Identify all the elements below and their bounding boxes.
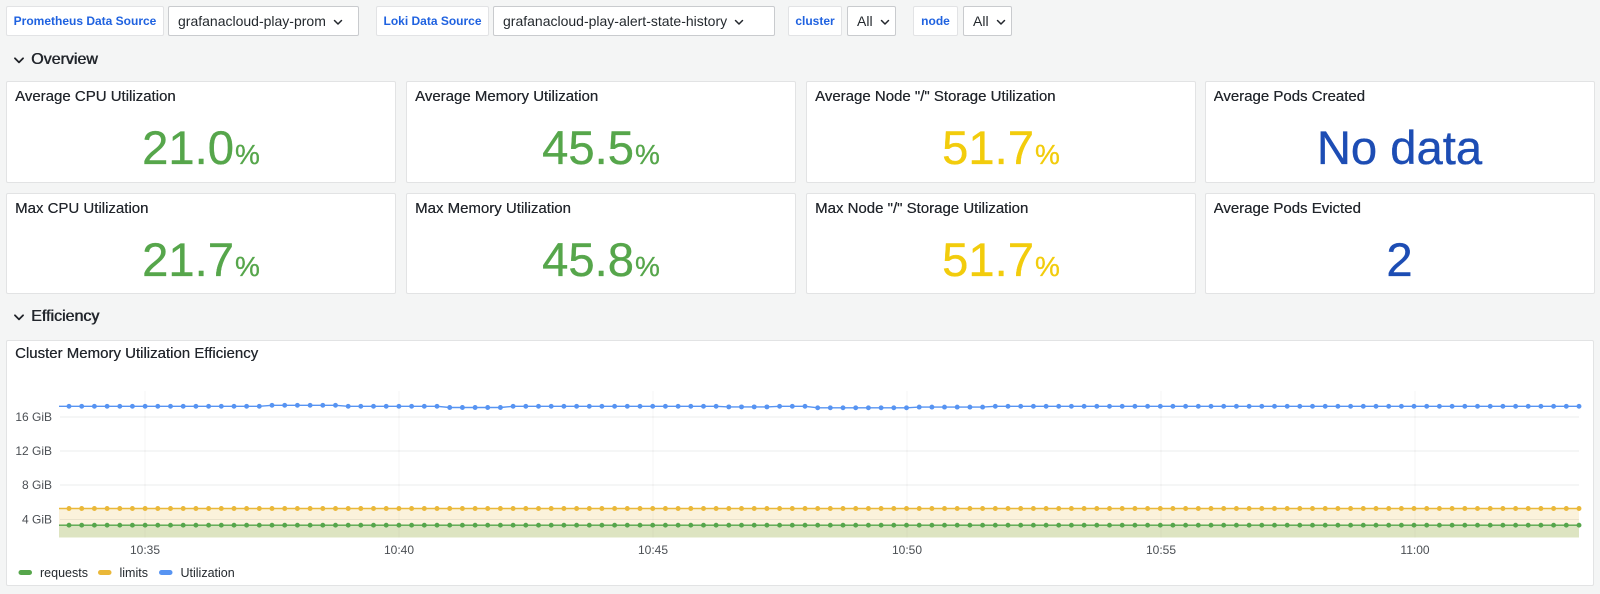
svg-text:8 GiB: 8 GiB: [22, 478, 52, 492]
svg-text:10:40: 10:40: [384, 543, 414, 557]
svg-text:4 GiB: 4 GiB: [22, 513, 52, 527]
svg-text:16 GiB: 16 GiB: [15, 410, 52, 424]
svg-text:11:00: 11:00: [1400, 543, 1429, 557]
svg-text:limits: limits: [120, 566, 148, 580]
svg-text:Utilization: Utilization: [181, 566, 235, 580]
svg-text:10:50: 10:50: [892, 543, 922, 557]
svg-text:10:45: 10:45: [638, 543, 668, 557]
svg-text:requests: requests: [40, 566, 88, 580]
svg-text:10:55: 10:55: [1146, 543, 1176, 557]
svg-text:12 GiB: 12 GiB: [15, 444, 52, 458]
svg-text:10:35: 10:35: [130, 543, 160, 557]
